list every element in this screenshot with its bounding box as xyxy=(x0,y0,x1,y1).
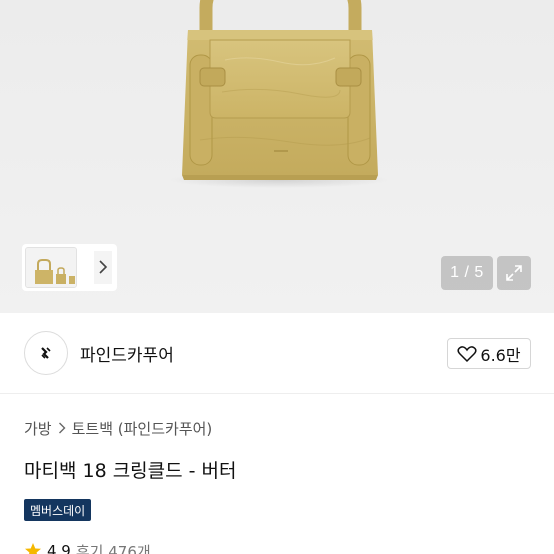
brand-logo-icon[interactable] xyxy=(24,331,68,375)
product-image-gallery[interactable]: 1 / 5 xyxy=(0,0,554,313)
breadcrumb-subcategory[interactable]: 토트백 (파인드카푸어) xyxy=(72,418,213,439)
like-count: 6.6만 xyxy=(480,345,521,365)
section-divider xyxy=(0,393,554,394)
product-title: 마티백 18 크링클드 - 버터 xyxy=(24,460,237,482)
seller-row: 파인드카푸어 6.6만 xyxy=(0,313,554,393)
thumbnail-image xyxy=(26,248,76,287)
image-counter: 1 / 5 xyxy=(441,256,493,290)
rating-value: 4.9 xyxy=(47,542,71,554)
breadcrumb: 가방 토트백 (파인드카푸어) xyxy=(24,417,212,439)
breadcrumb-category[interactable]: 가방 xyxy=(24,418,52,439)
thumbnail-selected[interactable] xyxy=(25,247,77,288)
chevron-right-icon[interactable] xyxy=(95,256,111,278)
heart-outline-icon xyxy=(457,345,477,362)
star-icon xyxy=(25,543,41,554)
seller-name[interactable]: 파인드카푸어 xyxy=(80,341,174,366)
review-count[interactable]: 후기 476개 xyxy=(76,541,151,554)
thumbnail-strip xyxy=(22,244,117,291)
like-button[interactable]: 6.6만 xyxy=(447,338,531,369)
rating-row[interactable]: 4.9 후기 476개 xyxy=(24,541,151,554)
promo-badge: 멤버스데이 xyxy=(24,499,92,521)
chevron-right-icon xyxy=(58,422,66,434)
expand-icon[interactable] xyxy=(497,256,531,290)
